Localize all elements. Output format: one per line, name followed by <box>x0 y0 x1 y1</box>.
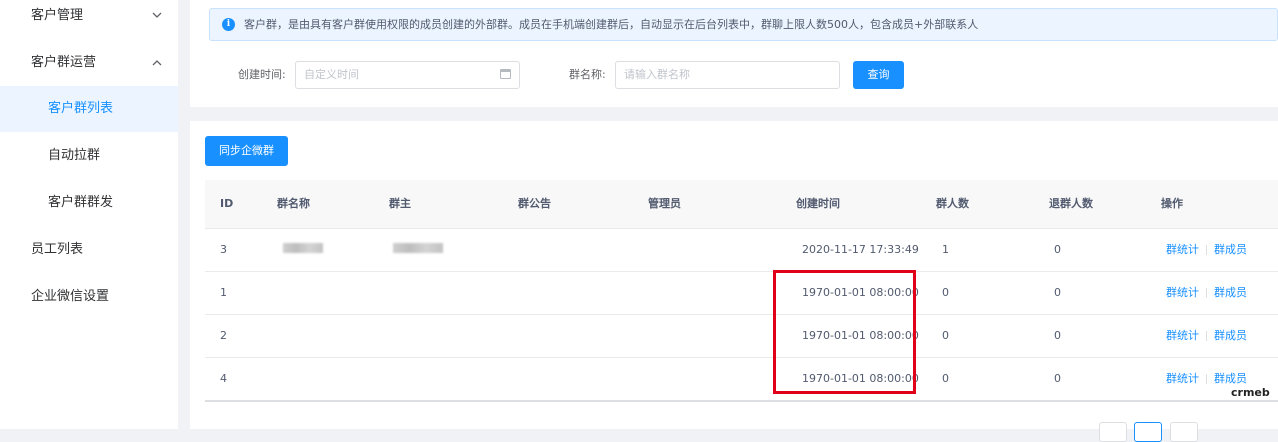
alert-text: 客户群，是由具有客户群使用权限的成员创建的外部群。成员在手机端创建群后，自动显示… <box>244 18 979 31</box>
col-id[interactable]: ID <box>220 180 233 228</box>
col-quit[interactable]: 退群人数 <box>1049 180 1093 228</box>
sync-wecom-group-button[interactable]: 同步企微群 <box>205 136 288 166</box>
group-members-link[interactable]: 群成员 <box>1214 372 1247 385</box>
table-bottom-border <box>205 400 1278 402</box>
col-actions[interactable]: 操作 <box>1161 180 1183 228</box>
cell-id: 4 <box>220 372 227 385</box>
calendar-icon <box>500 69 511 79</box>
table-header: ID 群名称 群主 群公告 管理员 创建时间 群人数 退群人数 操作 <box>205 180 1278 229</box>
date-placeholder: 自定义时间 <box>304 68 359 81</box>
group-stats-link[interactable]: 群统计 <box>1166 372 1199 385</box>
cell-created: 2020-11-17 17:33:49 <box>802 243 919 256</box>
created-time-picker[interactable]: 自定义时间 <box>295 61 520 89</box>
cell-quit: 0 <box>1054 243 1061 256</box>
group-name-placeholder: 请输入群名称 <box>624 68 690 81</box>
pagination-next-button[interactable] <box>1170 422 1198 442</box>
chevron-down-icon <box>151 0 163 39</box>
group-members-link[interactable]: 群成员 <box>1214 243 1247 256</box>
menu-customer-management[interactable]: 客户管理 <box>0 0 178 39</box>
highlight-annotation-box <box>773 270 916 394</box>
blurred-group-name <box>283 243 323 253</box>
group-name-input[interactable]: 请输入群名称 <box>615 61 840 89</box>
cell-id: 3 <box>220 243 227 256</box>
submenu-customer-group-list[interactable]: 客户群列表 <box>0 86 178 132</box>
info-alert: i 客户群，是由具有客户群使用权限的成员创建的外部群。成员在手机端创建群后，自动… <box>209 8 1278 41</box>
sidebar: 客户管理 客户群运营 客户群列表 自动拉群 客户群群发 员工列表 企业微信设置 <box>0 0 178 429</box>
cell-quit: 0 <box>1054 286 1061 299</box>
created-time-label: 创建时间: <box>238 68 286 81</box>
crmeb-watermark: crmeb <box>1231 386 1270 399</box>
divider <box>1206 331 1207 341</box>
group-stats-link[interactable]: 群统计 <box>1166 329 1199 342</box>
table-row: 1 1970-01-01 08:00:00 0 0 群统计 群成员 <box>205 272 1278 315</box>
cell-actions: 群统计 群成员 <box>1166 272 1247 314</box>
cell-quit: 0 <box>1054 372 1061 385</box>
menu-label: 客户群运营 <box>31 55 97 70</box>
cell-quit: 0 <box>1054 329 1061 342</box>
menu-wecom-settings[interactable]: 企业微信设置 <box>0 274 178 320</box>
menu-customer-group-ops[interactable]: 客户群运营 <box>0 40 178 86</box>
table-row: 4 1970-01-01 08:00:00 0 0 群统计 群成员 <box>205 358 1278 401</box>
col-members[interactable]: 群人数 <box>936 180 969 228</box>
pagination-page-button[interactable] <box>1134 422 1162 442</box>
group-stats-link[interactable]: 群统计 <box>1166 243 1199 256</box>
col-owner[interactable]: 群主 <box>389 180 411 228</box>
cell-id: 2 <box>220 329 227 342</box>
cell-actions: 群统计 群成员 <box>1166 229 1247 271</box>
cell-members: 0 <box>942 372 949 385</box>
query-button[interactable]: 查询 <box>853 61 904 89</box>
group-members-link[interactable]: 群成员 <box>1214 329 1247 342</box>
col-notice[interactable]: 群公告 <box>518 180 551 228</box>
menu-label: 企业微信设置 <box>31 289 110 304</box>
pagination-prev-button[interactable] <box>1099 422 1127 442</box>
cell-actions: 群统计 群成员 <box>1166 315 1247 357</box>
divider <box>1206 288 1207 298</box>
info-icon: i <box>222 18 235 31</box>
submenu-auto-pull-group[interactable]: 自动拉群 <box>0 133 178 179</box>
submenu-label: 自动拉群 <box>48 148 101 163</box>
submenu-label: 客户群列表 <box>48 101 114 116</box>
submenu-label: 客户群群发 <box>48 195 114 210</box>
col-created-time[interactable]: 创建时间 <box>796 180 840 228</box>
table-row: 3 2020-11-17 17:33:49 1 0 群统计 群成员 <box>205 229 1278 272</box>
divider <box>1206 374 1207 384</box>
cell-members: 0 <box>942 329 949 342</box>
cell-members: 1 <box>942 243 949 256</box>
chevron-up-icon <box>151 40 163 86</box>
table-row: 2 1970-01-01 08:00:00 0 0 群统计 群成员 <box>205 315 1278 358</box>
col-admin[interactable]: 管理员 <box>648 180 681 228</box>
group-members-link[interactable]: 群成员 <box>1214 286 1247 299</box>
cell-members: 0 <box>942 286 949 299</box>
col-group-name[interactable]: 群名称 <box>277 180 310 228</box>
group-stats-link[interactable]: 群统计 <box>1166 286 1199 299</box>
menu-employee-list[interactable]: 员工列表 <box>0 227 178 273</box>
menu-label: 员工列表 <box>31 242 84 257</box>
submenu-group-broadcast[interactable]: 客户群群发 <box>0 180 178 226</box>
menu-label: 客户管理 <box>31 8 84 23</box>
divider <box>1206 245 1207 255</box>
blurred-owner <box>393 243 443 253</box>
group-name-label: 群名称: <box>569 68 606 81</box>
cell-id: 1 <box>220 286 227 299</box>
